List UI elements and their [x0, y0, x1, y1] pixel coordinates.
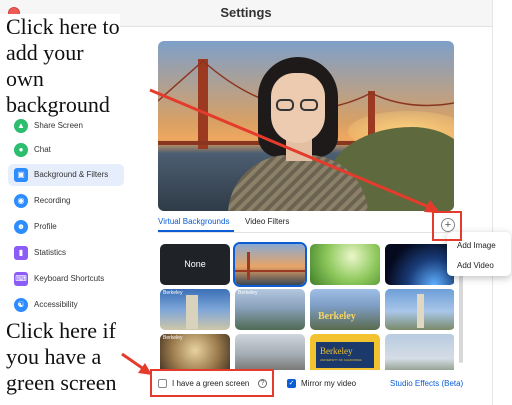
share-screen-icon: ▲ — [14, 119, 28, 133]
sidebar-item-recording[interactable]: ◉ Recording — [8, 190, 124, 212]
background-thumb-berkeley-8[interactable] — [385, 334, 454, 370]
sidebar-item-profile[interactable]: ☻ Profile — [8, 216, 124, 238]
background-grid: None Berkeley Berkeley Berkeley Berkeley… — [158, 240, 454, 370]
glasses-icon — [276, 99, 294, 111]
menu-item-add-image[interactable]: Add Image — [457, 241, 496, 250]
sidebar-item-chat[interactable]: ● Chat — [8, 139, 124, 161]
sidebar-item-statistics[interactable]: ▮ Statistics — [8, 242, 124, 264]
sidebar-item-label: Recording — [34, 196, 71, 205]
green-screen-highlight — [150, 369, 274, 397]
background-thumb-berkeley-4[interactable] — [385, 289, 454, 330]
sidebar-item-label: Profile — [34, 222, 57, 231]
profile-icon: ☻ — [14, 220, 28, 234]
sidebar-item-label: Share Screen — [34, 121, 83, 130]
sidebar-item-label: Keyboard Shortcuts — [34, 274, 105, 283]
sidebar-item-label: Statistics — [34, 248, 67, 257]
mirror-video-checkbox[interactable]: ✓ — [287, 379, 296, 388]
background-thumb-berkeley-2[interactable]: Berkeley — [235, 289, 305, 330]
mirror-video-label: Mirror my video — [301, 379, 357, 388]
top-annotation: Click here to add your own background — [0, 14, 120, 118]
tab-video-filters[interactable]: Video Filters — [245, 217, 289, 226]
background-thumb-berkeley-6[interactable] — [235, 334, 305, 370]
background-thumb-berkeley-7[interactable]: Berkeley UNIVERSITY OF CALIFORNIA — [310, 334, 380, 370]
recording-icon: ◉ — [14, 194, 28, 208]
sidebar-item-accessibility[interactable]: ☯ Accessibility — [8, 294, 124, 316]
add-button-highlight — [432, 211, 462, 241]
background-thumb-grass[interactable] — [310, 244, 380, 285]
video-preview — [158, 41, 454, 211]
sidebar-item-background-filters[interactable]: ▣ Background & Filters — [8, 164, 124, 186]
background-thumb-berkeley-3[interactable]: Berkeley — [310, 289, 380, 330]
statistics-icon: ▮ — [14, 246, 28, 260]
glasses-icon — [300, 99, 318, 111]
background-thumb-berkeley-5[interactable]: Berkeley — [160, 334, 230, 370]
menu-item-add-video[interactable]: Add Video — [457, 261, 494, 270]
accessibility-icon: ☯ — [14, 298, 28, 312]
background-thumb-none[interactable]: None — [160, 244, 230, 285]
sidebar-item-share-screen[interactable]: ▲ Share Screen — [8, 115, 124, 137]
chat-icon: ● — [14, 143, 28, 157]
tab-virtual-backgrounds[interactable]: Virtual Backgrounds — [158, 217, 229, 226]
background-thumb-berkeley-1[interactable]: Berkeley — [160, 289, 230, 330]
studio-effects-link[interactable]: Studio Effects (Beta) — [390, 379, 463, 388]
sidebar-item-label: Accessibility — [34, 300, 78, 309]
sidebar-item-keyboard-shortcuts[interactable]: ⌨ Keyboard Shortcuts — [8, 268, 124, 290]
bottom-annotation: Click here if you have a green screen — [0, 318, 117, 396]
sidebar-item-label: Chat — [34, 145, 51, 154]
keyboard-icon: ⌨ — [14, 272, 28, 286]
sidebar-item-label: Background & Filters — [34, 170, 109, 179]
background-thumb-golden-gate[interactable] — [235, 244, 305, 285]
background-thumb-earth[interactable] — [385, 244, 454, 285]
background-icon: ▣ — [14, 168, 28, 182]
